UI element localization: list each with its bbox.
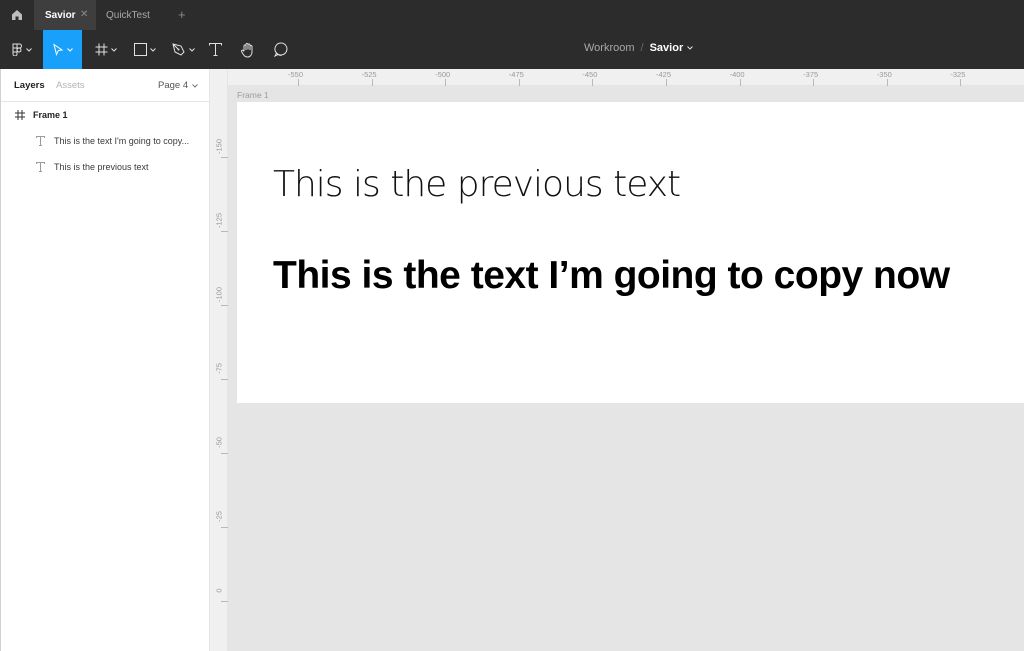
chevron-down-icon[interactable] <box>687 46 694 50</box>
ruler-tick <box>518 79 520 86</box>
ruler-tick <box>221 527 228 528</box>
ruler-tick-label: -400 <box>729 70 745 79</box>
ruler-tick-label: -425 <box>656 70 672 79</box>
canvas-text-copy[interactable]: This is the text I’m going to copy now <box>273 254 950 298</box>
layer-label: This is the text I'm going to copy... <box>54 136 190 146</box>
chevron-down-icon <box>188 47 195 52</box>
ruler-tick <box>592 79 594 86</box>
chevron-down-icon <box>150 47 156 52</box>
tab-label: QuickTest <box>106 9 150 21</box>
home-button[interactable] <box>0 0 34 30</box>
toolbar: Workroom / Savior <box>0 30 1024 69</box>
ruler-tick-label: -550 <box>288 70 304 79</box>
frame-tool-icon <box>95 43 108 56</box>
breadcrumb-team[interactable]: Workroom <box>584 42 635 54</box>
pen-tool-button[interactable] <box>166 30 200 69</box>
panel-tabs: Layers Assets Page 4 <box>1 69 210 102</box>
comment-tool-button[interactable] <box>270 30 292 69</box>
ruler-vertical: -150 -125 -100 -75 -50 -25 0 <box>210 69 228 651</box>
layer-label: This is the previous text <box>54 162 149 172</box>
tab-assets[interactable]: Assets <box>56 80 85 91</box>
ruler-tick <box>813 79 815 86</box>
ruler-tick-label: 0 <box>214 588 224 593</box>
frame[interactable] <box>237 102 1024 403</box>
chevron-down-icon <box>67 47 73 52</box>
chevron-down-icon <box>192 83 198 88</box>
frame-label[interactable]: Frame 1 <box>237 90 269 100</box>
tab-bar: Savior ✕ QuickTest + <box>0 0 1024 30</box>
layer-item-frame[interactable]: Frame 1 <box>1 103 210 127</box>
layers-panel: Layers Assets Page 4 Frame 1 This is the… <box>0 69 210 651</box>
ruler-tick-label: -325 <box>950 70 966 79</box>
ruler-tick-label: -525 <box>361 70 377 79</box>
tab-savior[interactable]: Savior ✕ <box>34 0 96 30</box>
ruler-tick <box>221 231 228 232</box>
layer-item-text[interactable]: This is the text I'm going to copy... <box>1 129 210 153</box>
ruler-tick <box>221 601 228 602</box>
hand-tool-button[interactable] <box>237 30 259 69</box>
main-menu-button[interactable] <box>0 30 43 69</box>
text-tool-icon <box>208 43 222 56</box>
layer-label: Frame 1 <box>33 110 68 120</box>
close-icon[interactable]: ✕ <box>80 9 88 20</box>
ruler-tick <box>666 79 667 86</box>
comment-tool-icon <box>273 42 287 57</box>
frame-icon <box>15 110 25 120</box>
ruler-tick-label: -500 <box>435 70 451 79</box>
ruler-tick-label: -350 <box>876 70 892 79</box>
ruler-tick <box>221 305 228 306</box>
ruler-tick-label: -450 <box>582 70 598 79</box>
frame-tool-button[interactable] <box>89 30 123 69</box>
text-layer-icon <box>36 162 45 172</box>
breadcrumb: Workroom / Savior <box>584 42 694 54</box>
ruler-horizontal: -550 -525 -500 -475 -450 -425 -400 -375 -350 -325 <box>228 69 1024 86</box>
chevron-down-icon <box>26 47 32 52</box>
ruler-tick-label: -75 <box>214 363 224 374</box>
ruler-tick-label: -100 <box>214 287 224 303</box>
ruler-tick <box>221 453 228 454</box>
rectangle-tool-icon <box>134 43 147 56</box>
ruler-tick-label: -50 <box>214 437 224 448</box>
ruler-tick <box>298 79 299 86</box>
ruler-tick-label: -150 <box>214 139 224 155</box>
move-tool-button[interactable] <box>43 30 82 69</box>
chevron-down-icon <box>111 47 117 52</box>
ruler-tick <box>445 79 447 86</box>
text-layer-icon <box>36 136 45 146</box>
ruler-tick <box>221 157 228 158</box>
ruler-tick <box>886 79 888 86</box>
ruler-tick <box>739 79 741 86</box>
breadcrumb-file[interactable]: Savior <box>650 42 684 54</box>
breadcrumb-separator: / <box>640 42 644 54</box>
home-icon <box>12 10 22 20</box>
layer-item-text[interactable]: This is the previous text <box>1 155 210 179</box>
tab-label: Savior <box>45 9 76 21</box>
ruler-tick <box>371 79 373 86</box>
pen-tool-icon <box>171 43 185 56</box>
plus-icon[interactable]: + <box>178 7 186 22</box>
ruler-tick-label: -475 <box>508 70 524 79</box>
rectangle-tool-button[interactable] <box>128 30 162 69</box>
text-tool-button[interactable] <box>204 30 226 69</box>
canvas-text-previous[interactable]: This is the previous text <box>273 164 681 205</box>
ruler-tick-label: -375 <box>803 70 819 79</box>
main-menu-icon <box>12 43 22 56</box>
ruler-tick <box>960 79 962 86</box>
ruler-tick <box>221 379 228 380</box>
hand-tool-icon <box>240 42 253 58</box>
page-selector[interactable]: Page 4 <box>158 80 198 91</box>
move-tool-icon <box>53 43 64 56</box>
tab-layers[interactable]: Layers <box>14 80 45 91</box>
page-selector-label: Page 4 <box>158 80 189 91</box>
ruler-tick-label: -25 <box>214 511 224 522</box>
tab-quicktest[interactable]: QuickTest <box>96 0 166 30</box>
ruler-tick-label: -125 <box>214 213 224 229</box>
